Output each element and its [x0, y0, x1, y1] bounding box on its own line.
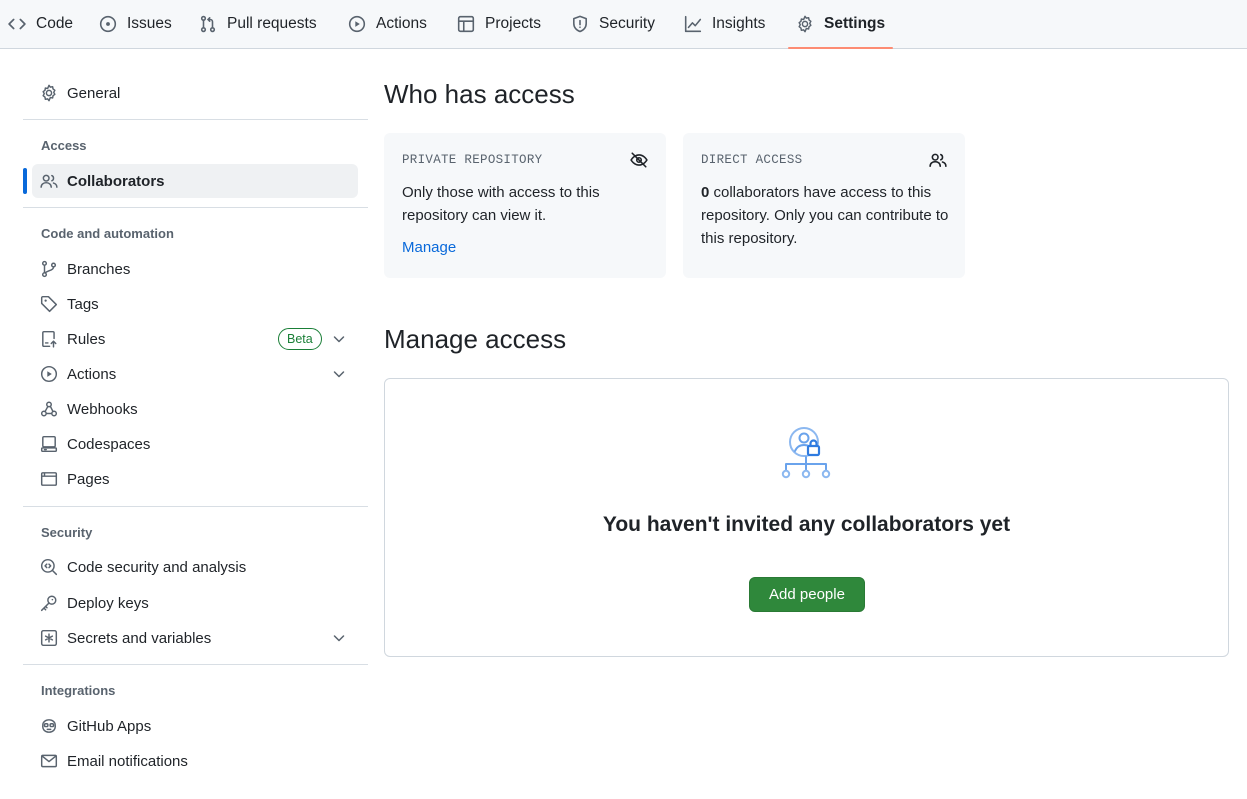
- selected-indicator: [23, 168, 27, 194]
- tab-label: Code: [36, 15, 74, 32]
- add-people-button[interactable]: Add people: [749, 577, 865, 612]
- chevron-down-icon[interactable]: [331, 331, 347, 347]
- chevron-down-icon[interactable]: [331, 366, 347, 382]
- sidebar-item-deploy-keys[interactable]: Deploy keys: [32, 586, 358, 620]
- mail-icon: [40, 754, 58, 768]
- gear-icon: [798, 15, 812, 33]
- sidebar-item-pages[interactable]: Pages: [32, 462, 358, 496]
- sidebar-item-actions[interactable]: Actions: [32, 357, 358, 391]
- sidebar-item-label: Actions: [67, 365, 117, 383]
- sidebar-item-rules[interactable]: Rules Beta: [32, 322, 358, 356]
- sidebar-item-secrets[interactable]: Secrets and variables: [32, 621, 358, 655]
- person-lock-org-icon: [781, 427, 831, 479]
- tab-issues[interactable]: Issues: [91, 0, 180, 48]
- card-description: 0 collaborators have access to this repo…: [701, 181, 951, 250]
- sidebar-item-label: Codespaces: [67, 435, 151, 453]
- tab-code[interactable]: Code: [0, 0, 81, 48]
- tab-actions[interactable]: Actions: [340, 0, 435, 48]
- chevron-down-icon[interactable]: [331, 630, 347, 646]
- tab-pull-requests[interactable]: Pull requests: [191, 0, 325, 48]
- browser-icon: [40, 472, 58, 486]
- tab-label: Insights: [712, 15, 766, 32]
- manage-link[interactable]: Manage: [402, 239, 456, 256]
- sidebar-divider: [23, 506, 368, 507]
- sidebar-item-label: Branches: [67, 260, 131, 278]
- sidebar-item-label: Tags: [67, 295, 99, 313]
- code-icon: [8, 18, 26, 30]
- private-repository-card: PRIVATE REPOSITORY Only those with acces…: [384, 133, 666, 278]
- sidebar-item-collaborators[interactable]: Collaborators: [32, 164, 358, 198]
- sidebar-heading-code-automation: Code and automation: [41, 226, 174, 241]
- people-icon: [929, 153, 947, 167]
- people-icon: [40, 174, 58, 188]
- sidebar-item-label: GitHub Apps: [67, 717, 152, 735]
- who-has-access-title: Who has access: [384, 79, 575, 109]
- sidebar-heading-access: Access: [41, 138, 87, 153]
- sidebar-divider: [23, 119, 368, 120]
- key-icon: [40, 595, 57, 612]
- copilot-icon: [42, 719, 56, 733]
- sidebar-item-code-security[interactable]: Code security and analysis: [32, 550, 358, 584]
- direct-access-card: DIRECT ACCESS 0 collaborators have acces…: [683, 133, 965, 278]
- sidebar-item-label: Rules: [67, 330, 106, 348]
- key-asterisk-icon: [40, 629, 58, 647]
- empty-state-title: You haven't invited any collaborators ye…: [602, 513, 1011, 536]
- manage-access-empty-state: You haven't invited any collaborators ye…: [384, 378, 1229, 657]
- codespaces-icon: [40, 435, 58, 453]
- play-icon: [40, 365, 58, 383]
- git-pull-request-icon: [200, 15, 216, 33]
- tab-projects[interactable]: Projects: [449, 0, 549, 48]
- sidebar-item-branches[interactable]: Branches: [32, 252, 358, 286]
- sidebar-item-github-apps[interactable]: GitHub Apps: [32, 709, 358, 743]
- card-title: DIRECT ACCESS: [701, 153, 803, 167]
- sidebar-divider: [23, 207, 368, 208]
- sidebar-item-label: Secrets and variables: [67, 629, 212, 647]
- card-description: Only those with access to this repositor…: [402, 184, 600, 224]
- sidebar-item-tags[interactable]: Tags: [32, 287, 358, 321]
- tab-label: Issues: [127, 15, 172, 32]
- repo-push-icon: [42, 330, 57, 348]
- sidebar-item-label: Deploy keys: [67, 594, 149, 612]
- tab-label: Projects: [485, 15, 541, 32]
- direct-access-text: collaborators have access to this reposi…: [701, 184, 949, 247]
- tag-icon: [40, 295, 58, 313]
- graph-icon: [684, 15, 702, 33]
- sidebar-item-label: Code security and analysis: [67, 558, 247, 576]
- sidebar-item-label: Collaborators: [67, 172, 165, 190]
- sidebar-item-general[interactable]: General: [32, 76, 358, 110]
- sidebar-item-codespaces[interactable]: Codespaces: [32, 427, 358, 461]
- gear-icon: [42, 84, 56, 102]
- sidebar-item-label: Webhooks: [67, 400, 138, 418]
- sidebar-divider: [23, 664, 368, 665]
- beta-badge: Beta: [278, 328, 322, 350]
- issue-opened-icon: [99, 15, 117, 33]
- tab-label: Security: [599, 15, 655, 32]
- tab-security[interactable]: Security: [563, 0, 663, 48]
- shield-icon: [573, 15, 587, 33]
- tab-label: Actions: [376, 15, 427, 32]
- table-icon: [457, 15, 475, 33]
- sidebar-heading-security: Security: [41, 525, 93, 540]
- tab-label: Settings: [824, 15, 886, 32]
- manage-access-title: Manage access: [384, 324, 567, 354]
- sidebar-item-label: Pages: [67, 470, 110, 488]
- play-icon: [348, 15, 366, 33]
- codescan-icon: [40, 558, 58, 576]
- sidebar-item-email-notifications[interactable]: Email notifications: [32, 744, 358, 778]
- eye-closed-icon: [630, 152, 648, 168]
- sidebar-item-label: General: [67, 84, 121, 102]
- git-branch-icon: [41, 260, 57, 278]
- sidebar-heading-integrations: Integrations: [41, 683, 116, 698]
- tab-settings[interactable]: Settings: [788, 0, 894, 49]
- tab-label: Pull requests: [227, 15, 317, 32]
- repo-nav: Code Issues Pull requests Actions Projec…: [0, 0, 1247, 49]
- sidebar-item-label: Email notifications: [67, 752, 188, 770]
- sidebar-item-webhooks[interactable]: Webhooks: [32, 392, 358, 426]
- tab-insights[interactable]: Insights: [676, 0, 773, 48]
- webhook-icon: [40, 401, 58, 417]
- card-title: PRIVATE REPOSITORY: [402, 153, 543, 167]
